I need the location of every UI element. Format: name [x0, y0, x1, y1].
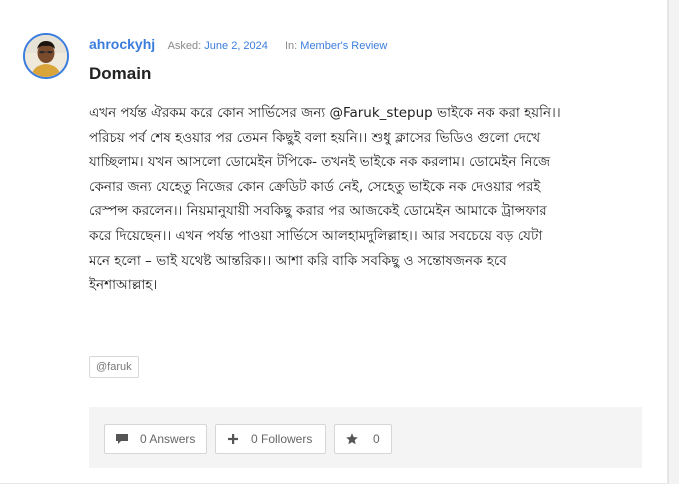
question-meta: ahrockyhj Asked: June 2, 2024 In: Member…	[89, 36, 401, 52]
page-gutter	[668, 0, 679, 484]
question-title[interactable]: Domain	[89, 64, 151, 84]
asked-label: Asked:	[167, 40, 202, 52]
answers-label: 0 Answers	[140, 432, 196, 446]
star-button[interactable]: 0	[334, 424, 392, 454]
question-footer: 0 Answers 0 Followers 0	[89, 407, 642, 468]
body-line: ইনশাআল্লাহ।	[89, 277, 158, 294]
question-card: ahrockyhj Asked: June 2, 2024 In: Member…	[0, 0, 668, 484]
user-avatar[interactable]	[23, 33, 69, 79]
category-label: In:	[284, 40, 298, 52]
followers-label: 0 Followers	[251, 432, 313, 446]
comment-icon	[116, 434, 128, 444]
body-line: রেস্পন্স করলেন।। নিয়মানুযায়ী সবকিছু কর…	[89, 203, 547, 220]
body-line: করে দিয়েছেন।। এখন পর্যন্ত পাওয়া সার্ভি…	[89, 227, 543, 244]
answers-button[interactable]: 0 Answers	[104, 424, 207, 454]
star-count: 0	[373, 432, 380, 446]
asked-date[interactable]: June 2, 2024	[204, 40, 268, 52]
question-body: এখন পর্যন্ত ঐরকম করে কোন সার্ভিসের জন্য …	[89, 101, 649, 298]
avatar-image	[25, 35, 67, 77]
star-icon	[346, 433, 358, 445]
body-line: পরিচয় পর্ব শেষ হওয়ার পর তেমন কিছুই বলা…	[89, 129, 541, 146]
body-line: যাচ্ছিলাম। যখন আসলো ডোমেইন টপিকে- তখনই ভ…	[89, 154, 551, 171]
author-name[interactable]: ahrockyhj	[89, 36, 155, 52]
body-line: কেনার জন্য যেহেতু নিজের কোন ক্রেডিট কার্…	[89, 178, 541, 195]
category-link[interactable]: Member's Review	[300, 40, 387, 52]
follow-button[interactable]: 0 Followers	[215, 424, 326, 454]
body-line: মনে হলো – ভাই যথেষ্ট আন্তরিক।। আশা করি ব…	[89, 252, 507, 269]
body-line: এখন পর্যন্ত ঐরকম করে কোন সার্ভিসের জন্য …	[89, 105, 561, 121]
plus-icon	[228, 434, 238, 444]
question-tag[interactable]: @faruk	[89, 356, 139, 378]
